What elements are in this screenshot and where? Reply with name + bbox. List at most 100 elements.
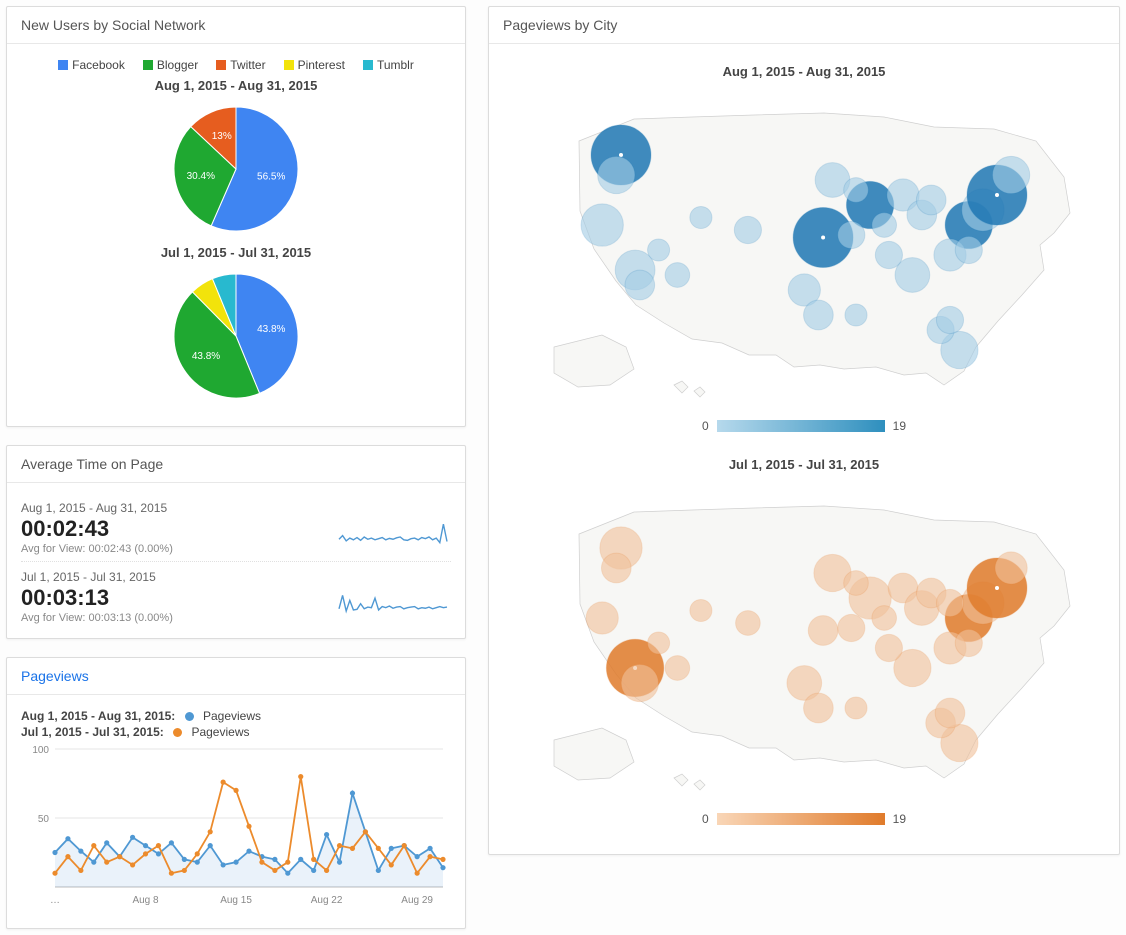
city-bubble[interactable] [665,656,690,681]
city-bubble[interactable] [804,300,834,330]
city-bubble[interactable] [936,589,963,616]
city-bubble[interactable] [586,602,618,634]
data-point[interactable] [337,860,342,865]
data-point[interactable] [91,860,96,865]
data-point[interactable] [143,843,148,848]
city-bubble[interactable] [844,178,869,203]
data-point[interactable] [298,857,303,862]
city-bubble[interactable] [916,185,946,215]
data-point[interactable] [415,854,420,859]
data-point[interactable] [104,840,109,845]
city-bubble[interactable] [844,571,869,596]
city-bubble[interactable] [845,697,867,719]
data-point[interactable] [156,851,161,856]
data-point[interactable] [143,851,148,856]
city-bubble[interactable] [690,206,712,228]
data-point[interactable] [259,860,264,865]
data-point[interactable] [208,829,213,834]
data-point[interactable] [402,843,407,848]
data-point[interactable] [169,840,174,845]
data-point[interactable] [91,843,96,848]
city-bubble[interactable] [875,634,902,661]
data-point[interactable] [427,846,432,851]
city-bubble[interactable] [838,614,865,641]
legend-item[interactable]: Twitter [216,58,265,72]
data-point[interactable] [376,846,381,851]
data-point[interactable] [130,835,135,840]
city-bubble[interactable] [665,263,690,288]
data-point[interactable] [311,868,316,873]
data-point[interactable] [272,868,277,873]
data-point[interactable] [208,843,213,848]
data-point[interactable] [389,862,394,867]
data-point[interactable] [65,854,70,859]
data-point[interactable] [52,850,57,855]
data-point[interactable] [169,871,174,876]
data-point[interactable] [195,851,200,856]
data-point[interactable] [104,860,109,865]
city-bubble[interactable] [955,629,982,656]
swatch-icon [216,60,226,70]
legend-item[interactable]: Pinterest [284,58,345,72]
data-point[interactable] [52,871,57,876]
data-point[interactable] [117,854,122,859]
data-point[interactable] [427,854,432,859]
data-point[interactable] [324,832,329,837]
city-bubble[interactable] [690,599,712,621]
data-point[interactable] [156,843,161,848]
city-bubble[interactable] [734,216,761,243]
data-point[interactable] [78,849,83,854]
data-point[interactable] [246,849,251,854]
data-point[interactable] [415,871,420,876]
data-point[interactable] [376,868,381,873]
city-bubble[interactable] [936,306,963,333]
data-point[interactable] [130,862,135,867]
city-bubble[interactable] [581,204,623,246]
city-bubble[interactable] [872,213,897,238]
city-bubble[interactable] [872,606,897,631]
data-point[interactable] [285,871,290,876]
legend-item[interactable]: Blogger [143,58,198,72]
data-point[interactable] [272,857,277,862]
city-bubble[interactable] [601,553,631,583]
city-bubble[interactable] [838,221,865,248]
data-point[interactable] [440,865,445,870]
data-point[interactable] [221,862,226,867]
legend-item[interactable]: Facebook [58,58,125,72]
data-point[interactable] [350,846,355,851]
data-point[interactable] [389,846,394,851]
data-point[interactable] [182,868,187,873]
city-bubble[interactable] [625,270,655,300]
data-point[interactable] [363,829,368,834]
data-point[interactable] [311,857,316,862]
city-bubble[interactable] [935,698,965,728]
city-bubble[interactable] [995,552,1027,584]
city-bubble[interactable] [598,156,635,193]
data-point[interactable] [298,774,303,779]
data-point[interactable] [440,857,445,862]
data-point[interactable] [285,860,290,865]
data-point[interactable] [221,780,226,785]
data-point[interactable] [324,868,329,873]
data-point[interactable] [233,788,238,793]
data-point[interactable] [350,791,355,796]
city-bubble[interactable] [736,611,761,636]
city-bubble[interactable] [992,156,1029,193]
data-point[interactable] [233,860,238,865]
city-bubble[interactable] [955,236,982,263]
city-bubble[interactable] [648,632,670,654]
city-bubble[interactable] [648,239,670,261]
city-bubble[interactable] [621,664,658,701]
city-bubble[interactable] [845,304,867,326]
legend-item[interactable]: Tumblr [363,58,414,72]
city-bubble[interactable] [808,616,838,646]
data-point[interactable] [65,836,70,841]
data-point[interactable] [195,860,200,865]
card-title[interactable]: Pageviews [7,658,465,695]
city-bubble[interactable] [804,693,834,723]
city-bubble[interactable] [875,241,902,268]
data-point[interactable] [182,857,187,862]
data-point[interactable] [246,824,251,829]
data-point[interactable] [78,868,83,873]
data-point[interactable] [337,843,342,848]
